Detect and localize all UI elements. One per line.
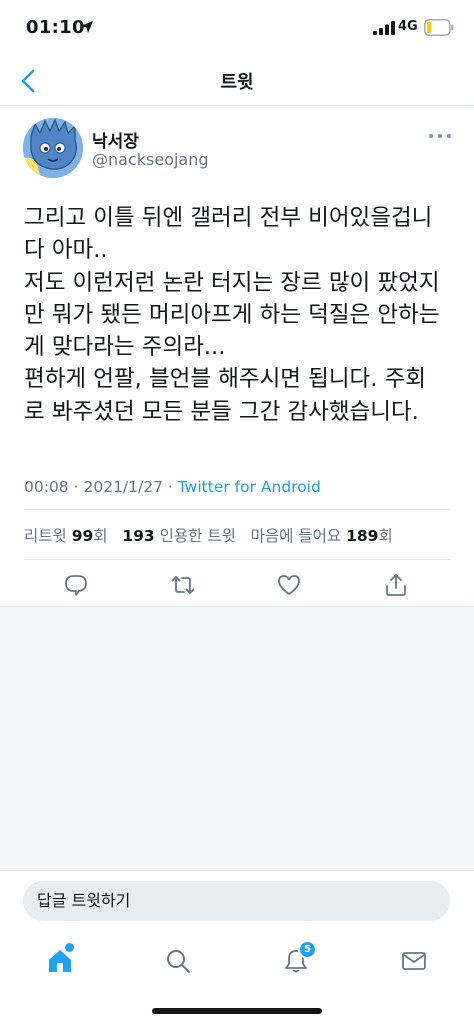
likes-stat[interactable]: 마음에 들어요 189회 bbox=[251, 527, 393, 545]
tweet-text-line: 로 봐주셨던 모든 분들 그간 감사했습니다. bbox=[24, 398, 419, 425]
quotes-stat[interactable]: 193 인용한 트윗 bbox=[122, 527, 236, 545]
notifications-badge: 5 bbox=[298, 940, 317, 959]
retweets-suffix: 회 bbox=[93, 527, 108, 545]
retweet-button[interactable] bbox=[170, 572, 196, 598]
avatar-image bbox=[23, 118, 83, 178]
tab-search[interactable] bbox=[158, 940, 198, 980]
tweet-detail: 낙서장 @nackseojang 그리고 이틀 뒤엔 갤러리 전부 비어있을겁니… bbox=[0, 106, 474, 606]
meta-separator: · bbox=[167, 478, 173, 496]
location-arrow-icon bbox=[81, 21, 93, 33]
reply-input[interactable]: 답글 트윗하기 bbox=[23, 881, 450, 921]
tweet-stats: 리트윗 99회 193 인용한 트윗 마음에 들어요 189회 bbox=[24, 524, 393, 546]
user-handle[interactable]: @nackseojang bbox=[92, 150, 209, 169]
replies-area bbox=[0, 606, 474, 870]
messages-icon bbox=[402, 952, 426, 970]
page-title: 트윗 bbox=[220, 72, 254, 93]
avatar[interactable] bbox=[23, 118, 83, 178]
retweets-count: 99 bbox=[71, 527, 94, 545]
tweet-date: 2021/1/27 bbox=[83, 478, 163, 496]
divider bbox=[24, 509, 450, 510]
tweet-actions bbox=[0, 566, 474, 606]
more-icon bbox=[429, 134, 451, 138]
signal-icon bbox=[373, 21, 395, 35]
retweet-icon bbox=[171, 576, 195, 594]
battery-icon bbox=[424, 19, 454, 36]
like-icon bbox=[278, 575, 300, 595]
divider bbox=[24, 559, 450, 560]
tweet-text: 그리고 이틀 뒤엔 갤러리 전부 비어있을겁니 다 아마.. 저도 이런저런 논… bbox=[24, 202, 456, 428]
retweets-label: 리트윗 bbox=[24, 527, 67, 545]
likes-suffix: 회 bbox=[378, 527, 393, 545]
status-bar: 01:10 4G bbox=[0, 0, 474, 56]
likes-count: 189 bbox=[346, 527, 379, 545]
reply-button[interactable] bbox=[63, 572, 89, 598]
quotes-count: 193 bbox=[122, 527, 155, 545]
nav-bar: 트윗 bbox=[0, 56, 474, 106]
more-button[interactable] bbox=[427, 128, 453, 144]
tweet-text-line: 그리고 이틀 뒤엔 갤러리 전부 비어있을겁니 bbox=[24, 205, 433, 231]
tweet-text-line: 저도 이런저런 논란 터지는 장르 많이 팠었지 bbox=[24, 269, 440, 296]
tweet-text-line: 편하게 언팔, 블언블 해주시면 됩니다. 주회 bbox=[24, 366, 426, 393]
like-button[interactable] bbox=[276, 572, 302, 598]
tweet-meta: 00:08 · 2021/1/27 · Twitter for Android bbox=[24, 478, 321, 496]
tweet-text-line: 게 맞다라는 주의라... bbox=[24, 334, 226, 361]
tweet-text-line: 만 뭐가 됐든 머리아프게 하는 덕질은 안하는 bbox=[24, 301, 440, 328]
tab-home[interactable] bbox=[40, 940, 80, 980]
tweet-text-line: 다 아마.. bbox=[24, 237, 108, 264]
share-icon bbox=[386, 574, 406, 596]
reply-icon bbox=[65, 575, 87, 596]
tweet-source-link[interactable]: Twitter for Android bbox=[178, 478, 321, 496]
meta-separator: · bbox=[73, 478, 79, 496]
new-content-dot bbox=[65, 943, 74, 952]
network-type: 4G bbox=[398, 19, 418, 34]
reply-bar: 답글 트윗하기 bbox=[0, 870, 474, 930]
quotes-label: 인용한 트윗 bbox=[159, 527, 236, 545]
home-indicator bbox=[152, 1008, 322, 1014]
share-button[interactable] bbox=[383, 572, 409, 598]
likes-label: 마음에 들어요 bbox=[250, 527, 342, 545]
tab-notifications[interactable]: 5 bbox=[276, 940, 317, 980]
search-icon bbox=[167, 950, 190, 973]
tweet-time: 00:08 bbox=[24, 478, 69, 496]
status-time: 01:10 bbox=[26, 17, 85, 38]
tab-messages[interactable] bbox=[394, 940, 434, 980]
retweets-stat[interactable]: 리트윗 99회 bbox=[24, 527, 108, 545]
display-name[interactable]: 낙서장 bbox=[92, 127, 139, 152]
